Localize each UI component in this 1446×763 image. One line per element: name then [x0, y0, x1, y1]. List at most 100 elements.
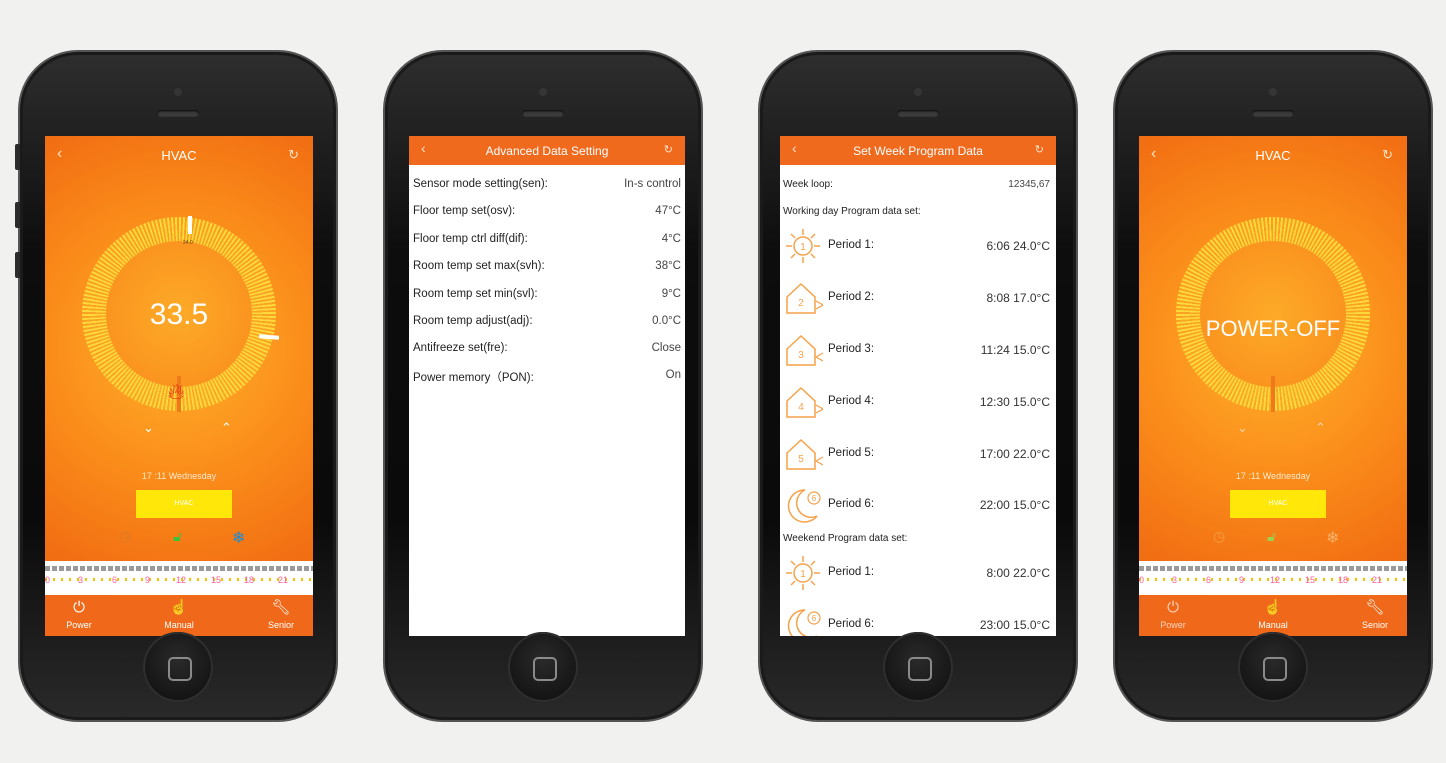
screen-title: Set Week Program Data — [853, 144, 983, 158]
setting-label: Room temp set max(svh): — [413, 260, 545, 272]
setting-row[interactable]: Room temp adjust(adj): 0.0°C — [413, 315, 681, 333]
setting-row[interactable]: Floor temp ctrl diff(dif): 4°C — [413, 233, 681, 251]
camera — [914, 88, 922, 96]
svg-text:1: 1 — [800, 242, 806, 253]
clock-icon[interactable]: ◷ — [119, 528, 131, 545]
top-bar: ‹ Advanced Data Setting ↻ — [409, 136, 685, 165]
phone-advanced-settings: ‹ Advanced Data Setting ↻ Sensor mode se… — [385, 52, 701, 720]
setting-value: 4°C — [661, 233, 681, 245]
period-value: 17:00 22.0°C — [979, 447, 1050, 461]
home-button[interactable] — [883, 632, 953, 702]
period-row[interactable]: 6 Period 6: 23:00 15.0°C — [780, 602, 1056, 636]
power-icon: ⏻ — [73, 599, 85, 616]
power-icon: ⏻ — [1167, 599, 1179, 616]
home-button[interactable] — [1238, 632, 1308, 702]
period-row[interactable]: 5 Period 5: 17:00 22.0°C — [780, 431, 1056, 477]
nav-label: Manual — [1258, 620, 1288, 630]
mode-button[interactable]: HVAC — [136, 490, 232, 518]
schedule-timeline: 0 3 6 9 12 15 18 21 — [45, 561, 313, 595]
period-row[interactable]: 1 Period 1: 6:06 24.0°C — [780, 223, 1056, 269]
period-value: 23:00 15.0°C — [979, 618, 1050, 632]
period-value: 6:06 24.0°C — [986, 239, 1050, 253]
setting-row[interactable]: Sensor mode setting(sen): In-s control — [413, 178, 681, 196]
setting-value: Close — [651, 342, 681, 354]
setting-row[interactable]: Room temp set max(svh): 38°C — [413, 260, 681, 278]
setting-value: 0.0°C — [652, 315, 681, 327]
dial-divider — [1271, 376, 1275, 412]
nav-senior[interactable]: 🔧︎ Senior — [1345, 598, 1405, 632]
setting-label: Floor temp ctrl diff(dif): — [413, 233, 528, 245]
setting-value: On — [665, 369, 681, 381]
bottom-nav: ⏻ Power ☝ Manual 🔧︎ Senior — [1139, 596, 1407, 636]
period-label: Period 6: — [828, 618, 875, 630]
nav-power[interactable]: ⏻ Power — [49, 598, 109, 632]
house-icon: 3 — [786, 334, 823, 366]
tick-label: 21 — [1372, 575, 1383, 585]
decrease-icon[interactable]: ⌄ — [1237, 420, 1248, 436]
svg-text:6: 6 — [812, 494, 817, 503]
setting-row[interactable]: Power memory（PON): On — [413, 369, 681, 387]
schedule-blocks — [45, 566, 313, 571]
period-row[interactable]: 6 Period 6: 22:00 15.0°C — [780, 482, 1056, 528]
lock-icon[interactable]: 🔓︎ — [1267, 528, 1276, 545]
nav-manual[interactable]: ☝ Manual — [149, 598, 209, 632]
refresh-icon[interactable]: ↻ — [1382, 147, 1393, 163]
period-row[interactable]: 2 Period 2: 8:08 17.0°C — [780, 275, 1056, 321]
house-icon: 4 — [786, 386, 823, 418]
tick-label: 15 — [211, 575, 222, 585]
phone-hvac-on: ‹ HVAC ↻ 24.0 33.5 🔥︎ ⌄ ⌃ 17 :11 Wednesd… — [15, 52, 336, 720]
setting-value: 38°C — [655, 260, 681, 272]
svg-text:4: 4 — [798, 402, 804, 413]
snowflake-icon[interactable]: ❄ — [232, 528, 245, 548]
tick-label: 18 — [1338, 575, 1349, 585]
snowflake-icon[interactable]: ❄ — [1326, 528, 1339, 548]
flame-icon: 🔥︎ — [168, 379, 185, 404]
setting-label: Sensor mode setting(sen): — [413, 178, 548, 190]
schedule-timeline: 0 3 6 9 12 15 18 21 — [1139, 561, 1407, 595]
setting-row[interactable]: Floor temp set(osv): 47°C — [413, 205, 681, 223]
nav-label: Manual — [164, 620, 194, 630]
date-time: 17 :11 Wednesday — [1235, 471, 1311, 481]
period-value: 22:00 15.0°C — [979, 498, 1050, 512]
increase-icon[interactable]: ⌃ — [1315, 420, 1326, 436]
mute-switch — [15, 144, 20, 170]
setting-row[interactable]: Room temp set min(svl): 9°C — [413, 288, 681, 306]
period-label: Period 1: — [828, 566, 875, 578]
setting-label: Power memory（PON): — [413, 372, 534, 384]
period-label: Period 5: — [828, 447, 875, 459]
tick-label: 3 — [1172, 575, 1178, 585]
refresh-icon[interactable]: ↻ — [288, 147, 299, 163]
refresh-icon[interactable]: ↻ — [1035, 143, 1044, 156]
phone-week-program: ‹ Set Week Program Data ↻ Week loop: 123… — [760, 52, 1076, 720]
top-bar: ‹ Set Week Program Data ↻ — [780, 136, 1056, 165]
period-label: Period 3: — [828, 343, 875, 355]
period-row[interactable]: 3 Period 3: 11:24 15.0°C — [780, 327, 1056, 373]
nav-senior[interactable]: 🔧︎ Senior — [251, 598, 311, 632]
bottom-nav: ⏻ Power ☝ Manual 🔧︎ Senior — [45, 596, 313, 636]
svg-text:3: 3 — [798, 350, 804, 361]
refresh-icon[interactable]: ↻ — [664, 143, 673, 156]
week-loop-row[interactable]: Week loop: 12345,67 — [783, 179, 1050, 190]
moon-icon: 6 — [787, 609, 821, 636]
nav-manual[interactable]: ☝ Manual — [1243, 598, 1303, 632]
set-point-marker[interactable] — [188, 216, 192, 234]
tick-label: 0 — [1139, 575, 1145, 585]
camera — [174, 88, 182, 96]
period-row[interactable]: 4 Period 4: 12:30 15.0°C — [780, 379, 1056, 425]
mode-button[interactable]: HVAC — [1230, 490, 1326, 518]
hand-icon: ☝ — [1263, 599, 1283, 616]
date-time: 17 :11 Wednesday — [141, 471, 217, 481]
setting-row[interactable]: Antifreeze set(fre): Close — [413, 342, 681, 360]
volume-down-button — [15, 252, 20, 278]
clock-icon[interactable]: ◷ — [1213, 528, 1225, 545]
lock-icon[interactable]: 🔓︎ — [173, 528, 182, 545]
home-button[interactable] — [508, 632, 578, 702]
period-row[interactable]: 1 Period 1: 8:00 22.0°C — [780, 550, 1056, 596]
setting-label: Floor temp set(osv): — [413, 205, 516, 217]
hvac-screen: ‹ HVAC ↻ 24.0 33.5 🔥︎ ⌄ ⌃ 17 :11 Wednesd… — [45, 136, 313, 636]
decrease-icon[interactable]: ⌄ — [143, 420, 154, 436]
nav-power[interactable]: ⏻ Power — [1143, 598, 1203, 632]
home-button[interactable] — [143, 632, 213, 702]
increase-icon[interactable]: ⌃ — [221, 420, 232, 436]
power-status: POWER-OFF — [1205, 316, 1341, 341]
